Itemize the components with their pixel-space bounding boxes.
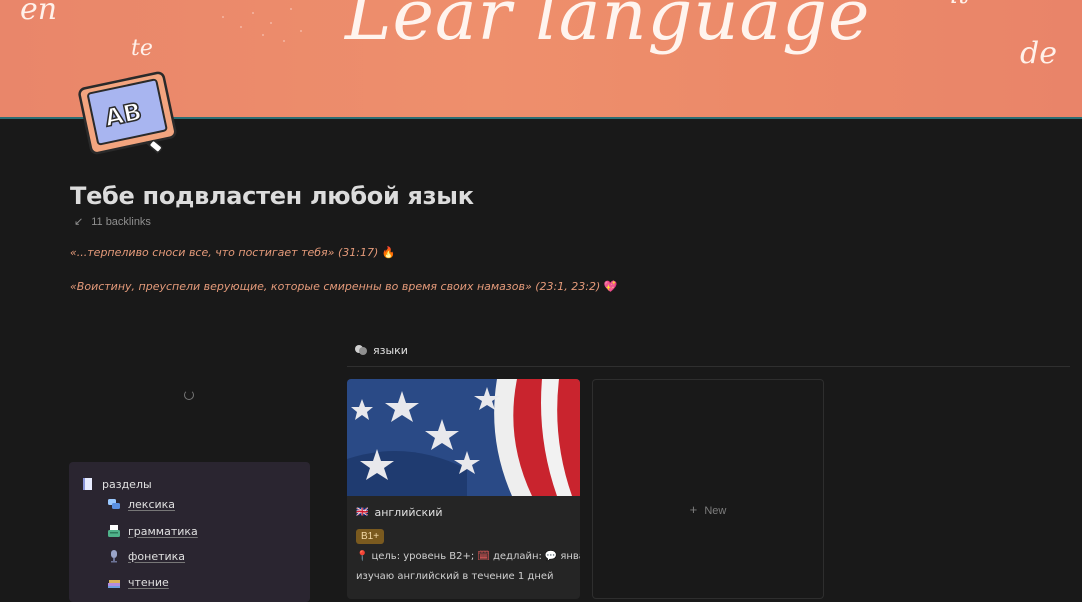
toc-item-label: грамматика [128,524,198,538]
heart-icon: 💖 [603,280,618,293]
book-icon [81,477,95,491]
toc-item-label: лексика [128,497,176,511]
typewriter-icon [107,524,121,538]
page-title[interactable]: Тебе подвластен любой язык [70,182,474,210]
deadline-value: январь [560,551,580,562]
toc-item-label: разделы [102,477,152,491]
pin-icon: 📍 [356,551,369,562]
quote-2-text: «Воистину, преуспели верующие, которые с… [70,280,601,293]
uk-flag-icon: 🇬🇧 [356,507,369,518]
toc-item-grammar[interactable]: грамматика [107,524,198,538]
deadline-label: дедлайн: [492,551,542,562]
cover-word-it: it [950,0,969,10]
plus-icon: + [689,502,698,517]
cover-title: Lear language [345,0,871,56]
loading-spinner-icon [184,390,194,400]
goal-text: цель: уровень B2+; [371,551,475,562]
cover-word-en: en [20,0,58,27]
card-note: изучаю английский в течение 1 дней [356,571,554,582]
quote-2[interactable]: «Воистину, преуспели верующие, которые с… [70,280,617,293]
database-title-label: языки [373,343,408,357]
gallery-card-english[interactable]: 🇬🇧 английский B1+ 📍 цель: уровень B2+; 🗓… [347,379,580,599]
microphone-icon [107,549,121,563]
backlinks-button[interactable]: ↙ 11 backlinks [74,215,151,229]
toc-item-vocabulary[interactable]: лексика [107,497,175,511]
new-card-button[interactable]: + New [592,379,824,599]
cover-word-de: de [1020,36,1057,71]
backlinks-label: 11 backlinks [91,215,151,228]
database-divider [347,366,1070,367]
arrow-down-left-icon: ↙ [74,216,84,228]
new-label: New [704,505,727,517]
toc-item-phonetics[interactable]: фонетика [107,549,185,563]
calendar-icon: 🗓 [477,551,490,562]
card-title-label: английский [374,506,443,519]
ab-board-icon[interactable]: AB [72,58,182,164]
level-badge: B1+ [356,529,385,544]
speech-bubbles-icon [354,343,368,357]
fire-icon: 🔥 [381,246,396,259]
toc-item-label: фонетика [128,549,186,563]
database-title[interactable]: языки [354,343,408,357]
toc-item-sections[interactable]: разделы [81,477,152,491]
us-flag-image [347,379,580,496]
sections-callout: разделы лексика грамматика фонетика чтен… [69,462,310,602]
note-text: изучаю английский в течение 1 дней [356,571,554,582]
card-goal-deadline: 📍 цель: уровень B2+; 🗓 дедлайн: 💬 январь [356,551,580,562]
speech-bubbles-icon [107,497,121,511]
card-title: 🇬🇧 английский [356,506,442,519]
quote-1[interactable]: «...терпеливо сноси все, что постигает т… [70,246,395,259]
speech-bubbles-icon: 💬 [544,551,558,562]
quote-1-text: «...терпеливо сноси все, что постигает т… [70,246,379,259]
